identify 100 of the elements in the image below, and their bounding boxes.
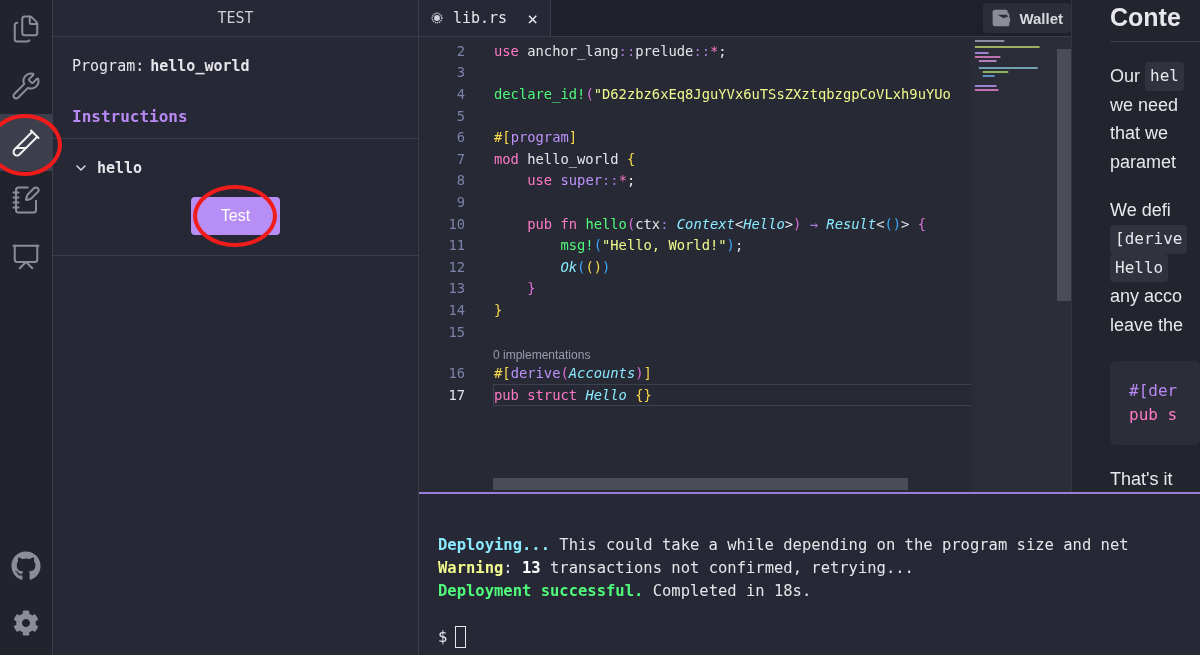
code-token: #[ [494,365,511,382]
code-token: :: [602,172,619,189]
code-token: use [494,42,519,59]
code-token: ( [593,237,602,254]
code-token: ( [585,86,594,102]
code-token: ] [568,129,578,146]
code-token: struct [526,386,578,403]
code-token: hello [584,215,627,232]
code-token: } [526,280,536,297]
line-number: 14 [447,301,465,318]
github-icon [11,550,41,581]
horizontal-scrollbar[interactable] [493,478,908,490]
terminal-text: 13 [522,559,541,579]
code-token: mod [494,150,519,167]
code-token: < [876,215,885,232]
code-token: { [626,150,636,167]
code-token: "D62zbz6xEq8JguYVx6uTSsZXztqbzgpCoVLxh9uYUo [593,86,951,102]
code-token: { [917,215,927,232]
terminal-text: Deployment successful. [438,582,644,602]
code-token: () [585,258,602,275]
code-text: #[der [1129,380,1178,403]
wallet-icon [991,8,1012,28]
code-token: > [901,215,911,232]
code-token: program [510,129,569,146]
code-token: :: [618,42,636,59]
code-token: anchor_lang [526,42,619,59]
instruction-name: hello [97,159,143,177]
sidebar-item[interactable] [0,114,52,171]
code-token: ( [560,365,569,382]
terminal-text: Deploying... [438,536,550,556]
doc-text: leave the [1110,313,1184,337]
code-token: ; [734,237,744,254]
wrench-icon [11,70,41,101]
tab-close[interactable]: × [527,7,538,29]
doc-text: paramet [1110,150,1177,174]
line-number: 7 [455,150,465,167]
code-token: Accounts [568,365,636,382]
code-token: Hello [743,215,785,232]
code-token: ctx [635,215,661,232]
terminal-prompt: $ [438,628,448,646]
inline-code: [derive [1110,224,1188,254]
terminal-cursor [455,626,467,648]
line-number: 5 [455,107,465,124]
line-number: 15 [447,323,465,340]
code-token: {} [635,386,652,403]
code-token: : [660,215,669,232]
code-token: () [884,215,902,232]
terminal-text: Completed in 18s. [651,582,812,602]
code-text: pub s [1129,404,1178,427]
line-number: 3 [455,64,465,81]
notebook-pen-icon [11,184,41,215]
program-label: Program: [72,57,145,77]
line-number: 11 [447,237,465,254]
line-number: 8 [455,172,465,189]
line-number: 4 [455,86,465,102]
doc-text: any acco [1110,285,1183,309]
code-token: ; [718,42,727,59]
terminal-text: : [503,559,514,579]
code-token: ) [635,365,644,382]
terminal-text: This could take a while depending on the program size and net [558,536,1129,556]
test-tube-icon [11,127,41,158]
editor-tab[interactable]: lib.rs × [419,0,551,36]
doc-text: That's it [1110,468,1173,492]
code-token: ) [726,237,735,254]
doc-text: Our [1110,65,1140,88]
code-token: Ok [559,258,578,275]
line-number: 17 [447,386,465,403]
line-number: 16 [447,365,465,382]
code-token: pub [526,215,553,232]
code-token: ; [626,172,636,189]
scrollbar[interactable] [1057,37,1071,492]
code-token: ] [643,365,652,382]
terminal-text: transactions not confirmed, retrying... [549,559,914,579]
line-number: 2 [455,42,465,59]
line-number: 10 [447,215,465,232]
code-token: msg! [559,237,594,254]
code-token: ) [602,258,611,275]
inline-code: Hello [1110,253,1169,283]
code-token: "Hello, World!" [602,237,727,254]
terminal-text: Warning [438,559,504,579]
settings-icon [13,609,39,636]
code-token: #[ [494,129,511,146]
code-token: :: [693,42,710,59]
instructions-heading: Instructions [53,97,418,139]
panel-title: TEST [53,0,418,37]
code-lens[interactable]: 0 implementations [493,342,971,363]
code-token: use [526,172,553,189]
line-number: 6 [455,129,465,146]
wallet-button[interactable]: Wallet [983,3,1071,33]
code-token: Hello [584,386,628,403]
code-token: declare_id! [494,86,586,102]
code-token: super [559,172,602,189]
line-number: 12 [447,258,465,275]
doc-heading: Conte [1110,0,1200,42]
inline-code: hel [1145,62,1184,91]
doc-text: We defi [1110,199,1171,223]
code-token: ( [626,215,636,232]
code-token: } [494,301,503,318]
code-token: > [784,215,794,232]
code-token: < [734,215,744,232]
